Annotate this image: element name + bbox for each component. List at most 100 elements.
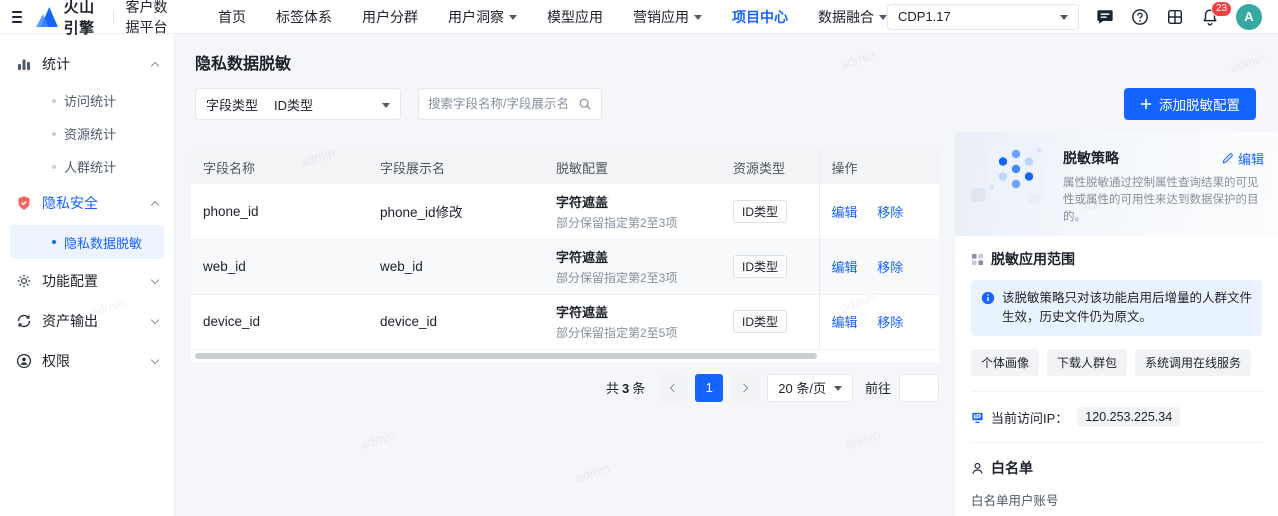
prev-page-button[interactable] — [659, 374, 687, 402]
chevron-down-icon — [151, 276, 159, 284]
sidebar-section-privacy[interactable]: 隐私安全 — [0, 183, 174, 223]
remove-link[interactable]: 移除 — [877, 315, 903, 330]
cell-resource-type: ID类型 — [721, 239, 819, 294]
cell-mask-config: 字符遮盖 部分保留指定第2至3项 — [544, 239, 721, 294]
sidebar-section-assets[interactable]: 资产输出 — [0, 301, 174, 341]
sidebar-section-label: 资产输出 — [42, 311, 98, 331]
chevron-down-icon — [151, 316, 159, 324]
nav-user-insight[interactable]: 用户洞察 — [448, 7, 517, 27]
sidebar-section-label: 权限 — [42, 351, 70, 371]
volcano-engine-logo-icon — [36, 7, 58, 27]
remove-link[interactable]: 移除 — [877, 260, 903, 275]
bullet-dot — [52, 165, 56, 169]
ip-label: 当前访问IP： — [991, 408, 1068, 427]
resource-type-tag: ID类型 — [733, 255, 787, 278]
col-actions: 操作 — [819, 150, 939, 184]
cell-actions: 编辑 移除 — [819, 294, 939, 349]
sidebar-section-stats[interactable]: 统计 — [0, 44, 174, 84]
chevron-down-icon — [509, 15, 517, 20]
sidebar-item-label: 隐私数据脱敏 — [64, 233, 142, 252]
sidebar-section-features[interactable]: 功能配置 — [0, 261, 174, 301]
nav-data-fusion[interactable]: 数据融合 — [818, 7, 887, 27]
apps-grid-icon[interactable] — [1166, 8, 1184, 26]
chevron-up-icon — [151, 200, 159, 208]
chevron-down-icon — [1060, 15, 1068, 20]
sidebar-section-permissions[interactable]: 权限 — [0, 341, 174, 381]
strategy-edit-link[interactable]: 编辑 — [1222, 149, 1264, 168]
edit-link[interactable]: 编辑 — [832, 315, 858, 330]
top-navbar: 火山引擎 客户数据平台 首页 标签体系 用户分群 用户洞察 模型应用 营销应用 … — [0, 0, 1278, 34]
table-row: phone_id phone_id修改 字符遮盖 部分保留指定第2至3项 ID类… — [191, 184, 939, 239]
cell-resource-type: ID类型 — [721, 184, 819, 239]
nav-home[interactable]: 首页 — [218, 7, 246, 27]
col-field-name: 字段名称 — [191, 150, 368, 184]
next-page-button[interactable] — [731, 374, 759, 402]
remove-link[interactable]: 移除 — [877, 205, 903, 220]
sidebar-item-visit-stats[interactable]: 访问统计 — [0, 84, 174, 117]
pagination: 共3条 1 20 条/页 前往 — [191, 374, 939, 402]
col-display-name: 字段展示名 — [368, 150, 544, 184]
message-icon[interactable] — [1096, 8, 1114, 26]
sidebar-section-label: 统计 — [42, 54, 70, 74]
cell-actions: 编辑 移除 — [819, 239, 939, 294]
hamburger-menu-icon[interactable] — [12, 11, 22, 23]
scope-tag: 下载人群包 — [1047, 349, 1127, 376]
table-header-row: 字段名称 字段展示名 脱敏配置 资源类型 操作 — [191, 150, 939, 184]
whitelist-section-title: 白名单 — [971, 458, 1262, 478]
main-nav: 首页 标签体系 用户分群 用户洞察 模型应用 营销应用 项目中心 数据融合 — [218, 7, 887, 27]
notification-badge: 23 — [1211, 1, 1232, 17]
edit-link[interactable]: 编辑 — [832, 260, 858, 275]
total-count: 共3条 — [606, 378, 645, 397]
sidebar-section-label: 功能配置 — [42, 271, 98, 291]
whitelist-subtitle: 白名单用户账号 — [971, 490, 1262, 509]
person-icon — [971, 462, 984, 475]
search-input[interactable] — [428, 97, 578, 111]
notification-bell-icon[interactable]: 23 — [1201, 8, 1219, 26]
goto-page-input[interactable] — [899, 374, 939, 402]
sidebar-item-resource-stats[interactable]: 资源统计 — [0, 117, 174, 150]
nav-project-center[interactable]: 项目中心 — [732, 7, 788, 27]
nav-tag-system[interactable]: 标签体系 — [276, 7, 332, 27]
page-number-1[interactable]: 1 — [695, 374, 723, 402]
bullet-dot — [52, 99, 56, 103]
sidebar-item-privacy-masking[interactable]: 隐私数据脱敏 — [10, 225, 164, 259]
cell-display-name: web_id — [368, 239, 544, 294]
field-type-select[interactable]: 字段类型 ID类型 — [195, 88, 401, 120]
brand-name: 火山引擎 — [64, 0, 101, 38]
resource-type-tag: ID类型 — [733, 310, 787, 333]
help-icon[interactable] — [1131, 8, 1149, 26]
cell-mask-config: 字符遮盖 部分保留指定第2至5项 — [544, 294, 721, 349]
chevron-down-icon — [151, 356, 159, 364]
sidebar-item-label: 访问统计 — [64, 91, 116, 110]
bar-chart-icon — [16, 56, 32, 72]
bullet-dot — [52, 240, 56, 244]
page-size-select[interactable]: 20 条/页 — [767, 374, 853, 402]
chevron-down-icon — [382, 103, 390, 108]
cell-actions: 编辑 移除 — [819, 184, 939, 239]
cell-field-name: web_id — [191, 239, 368, 294]
sidebar-item-label: 资源统计 — [64, 124, 116, 143]
goto-label: 前往 — [865, 378, 891, 397]
product-name: 客户数据平台 — [126, 0, 177, 37]
horizontal-scrollbar[interactable] — [195, 353, 817, 359]
privacy-shield-icon — [16, 195, 32, 211]
scope-tag: 系统调用在线服务 — [1135, 349, 1251, 376]
user-avatar[interactable]: A — [1236, 4, 1262, 30]
sidebar-item-audience-stats[interactable]: 人群统计 — [0, 150, 174, 183]
edit-link[interactable]: 编辑 — [832, 205, 858, 220]
bullet-dot — [52, 132, 56, 136]
nav-user-segment[interactable]: 用户分群 — [362, 7, 418, 27]
sidebar-section-label: 隐私安全 — [42, 193, 98, 213]
nav-marketing-app[interactable]: 营销应用 — [633, 7, 702, 27]
version-select[interactable]: CDP1.17 — [887, 4, 1079, 30]
col-mask-config: 脱敏配置 — [544, 150, 721, 184]
chevron-down-icon — [879, 15, 887, 20]
chevron-down-icon — [694, 15, 702, 20]
search-box — [418, 88, 602, 120]
pencil-icon — [1222, 152, 1234, 164]
nav-model-app[interactable]: 模型应用 — [547, 7, 603, 27]
filter-value: ID类型 — [274, 95, 313, 114]
main-content: 隐私数据脱敏 字段类型 ID类型 添加脱敏配置 — [175, 34, 1278, 516]
cell-field-name: phone_id — [191, 184, 368, 239]
add-masking-config-button[interactable]: 添加脱敏配置 — [1124, 88, 1256, 120]
